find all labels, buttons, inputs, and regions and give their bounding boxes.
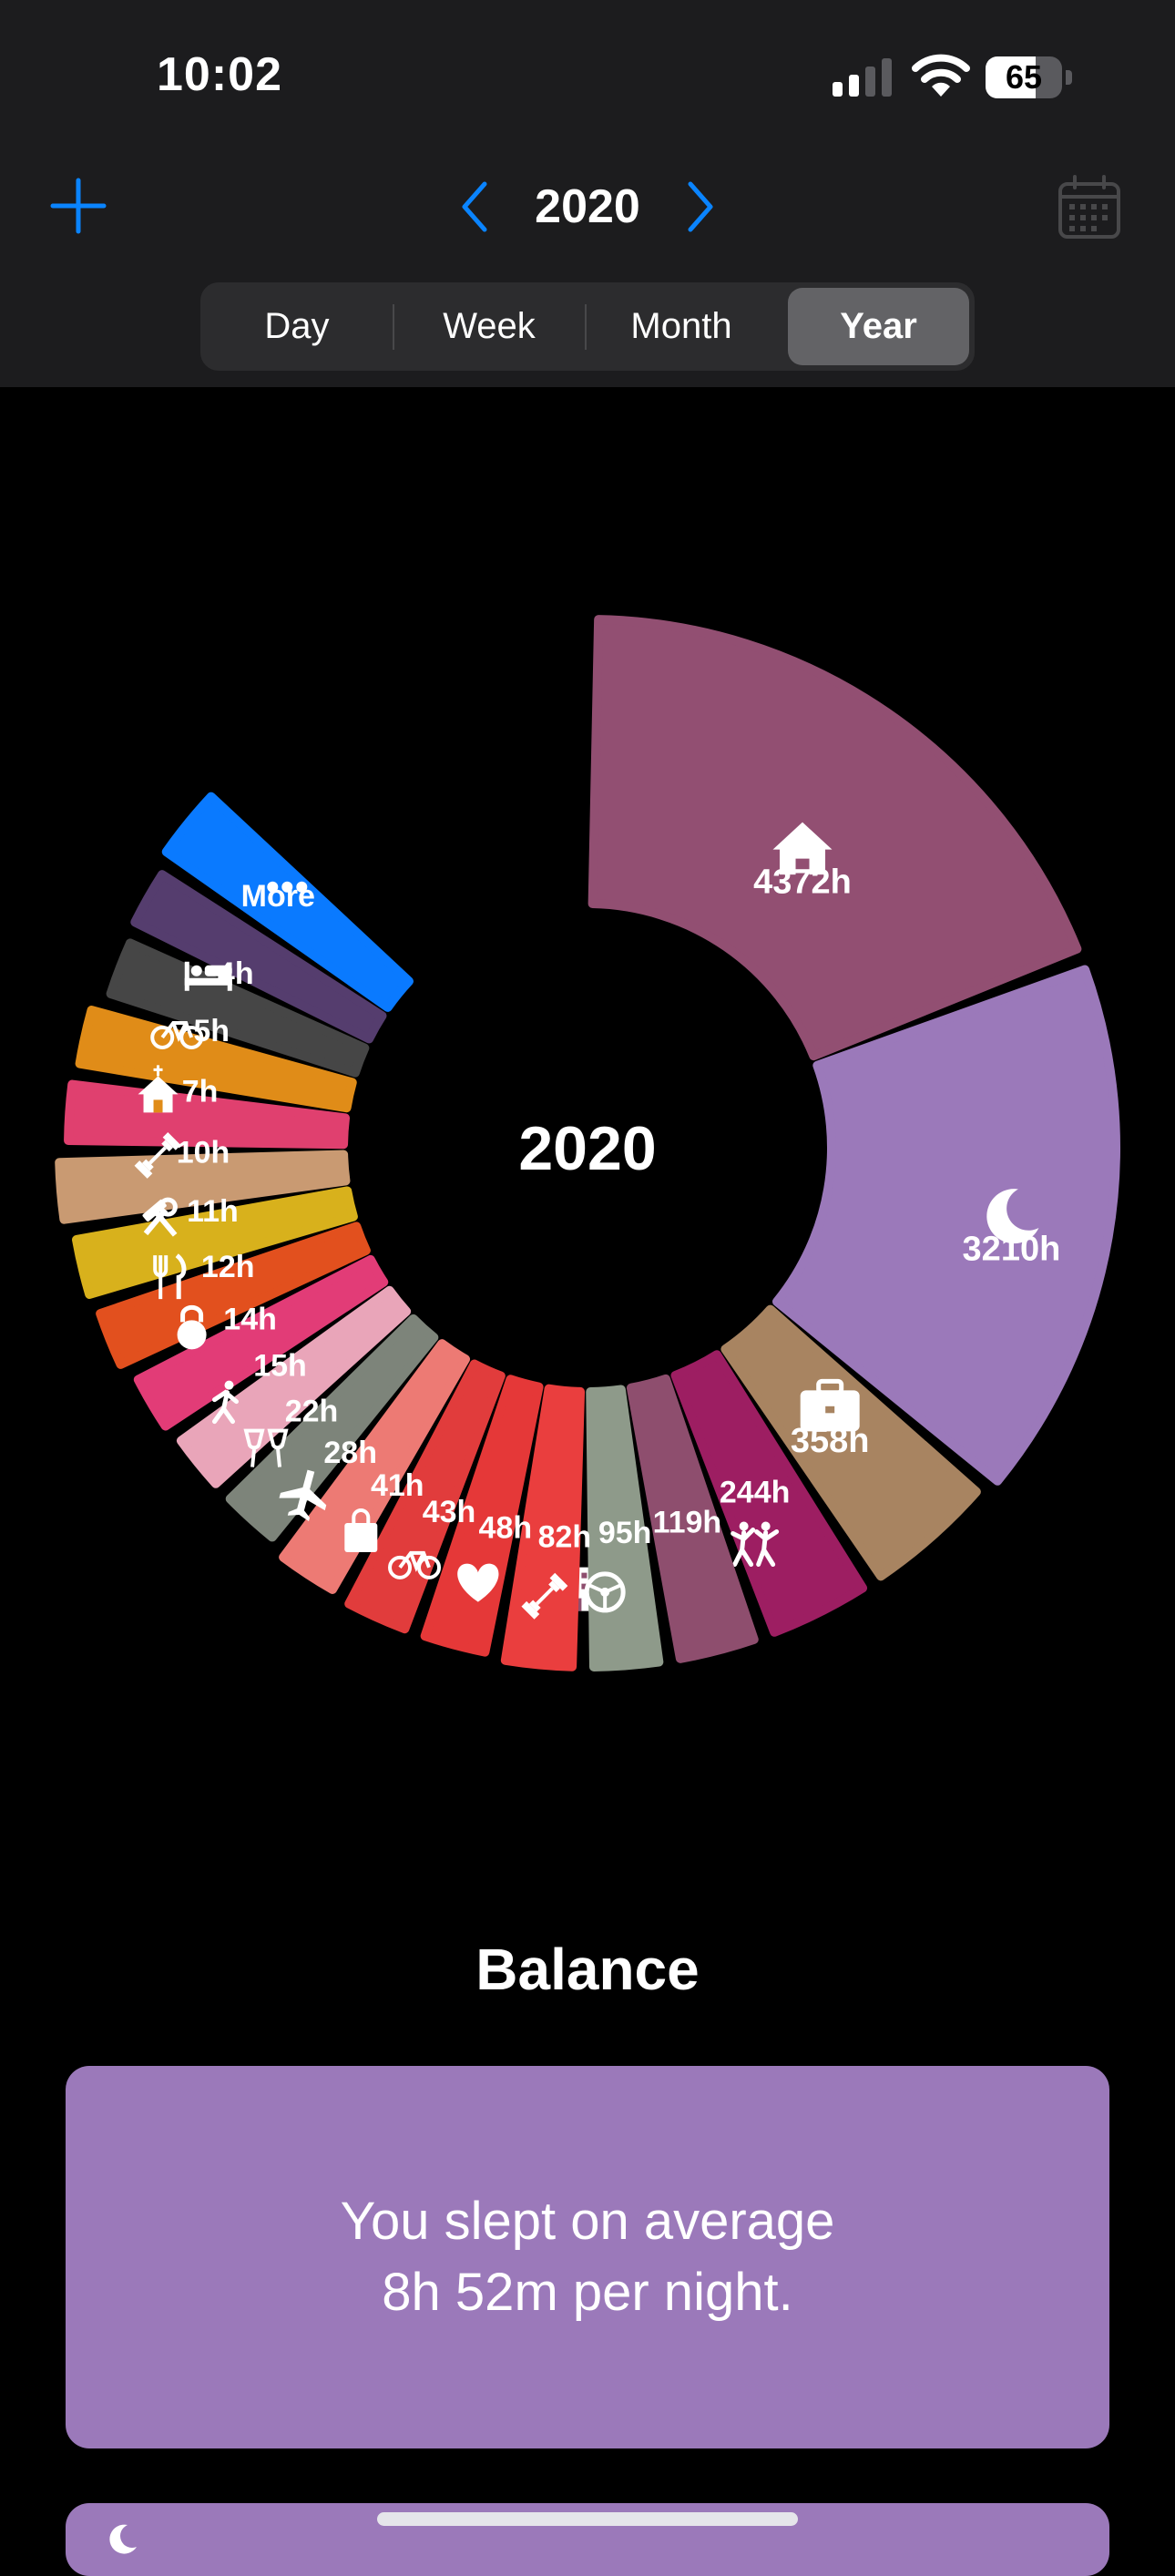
slice-label: 22h (285, 1395, 339, 1429)
slice-label: 4372h (753, 864, 852, 902)
tab-month[interactable]: Month (590, 288, 772, 365)
segment-divider (393, 304, 394, 350)
slice-label: 48h (479, 1511, 533, 1546)
calendar-icon[interactable] (1057, 175, 1122, 240)
year-title: 2020 (535, 180, 640, 233)
tab-week[interactable]: Week (398, 288, 580, 365)
tab-year[interactable]: Year (788, 288, 969, 365)
battery-icon: 65 (986, 56, 1073, 100)
time-breakdown-donut-chart: 4372h3210h358h244h119h95h82h48h43h41h28h… (55, 615, 1120, 1671)
slice-label: 7h (182, 1074, 219, 1109)
tab-day[interactable]: Day (206, 288, 388, 365)
slice-label: 119h (653, 1506, 722, 1540)
balance-title: Balance (475, 1937, 700, 2002)
more-icon (267, 881, 308, 893)
status-time: 10:02 (157, 48, 282, 101)
slice-label: 43h (423, 1495, 476, 1529)
home-indicator[interactable] (377, 2512, 798, 2526)
slice-label: 41h (371, 1468, 424, 1503)
slice-label: 12h (201, 1250, 255, 1284)
slice-label: 10h (177, 1135, 230, 1170)
cellular-signal-icon (833, 58, 892, 97)
period-segmented-control: Day Week Month Year (200, 282, 975, 371)
previous-year-button[interactable] (457, 179, 494, 235)
slice-label: 14h (223, 1302, 277, 1336)
add-button[interactable] (47, 175, 109, 237)
slice-label: 95h (598, 1516, 652, 1550)
wifi-icon (912, 54, 970, 97)
slice-label: 11h (187, 1194, 239, 1229)
segment-divider (585, 304, 587, 350)
slice-4372h[interactable] (588, 615, 1082, 1061)
moon-icon (109, 2524, 137, 2554)
slice-label: 244h (720, 1476, 791, 1510)
sleep-balance-card[interactable]: You slept on average 8h 52m per night. (66, 2066, 1109, 2448)
slice-label: 82h (538, 1519, 592, 1554)
slice-label: 28h (323, 1436, 377, 1470)
next-year-button[interactable] (681, 179, 718, 235)
chart-center-label: 2020 (518, 1114, 656, 1183)
slice-label: 15h (253, 1349, 307, 1384)
sleep-balance-text: You slept on average 8h 52m per night. (340, 2192, 835, 2322)
battery-level: 65 (1005, 58, 1043, 96)
